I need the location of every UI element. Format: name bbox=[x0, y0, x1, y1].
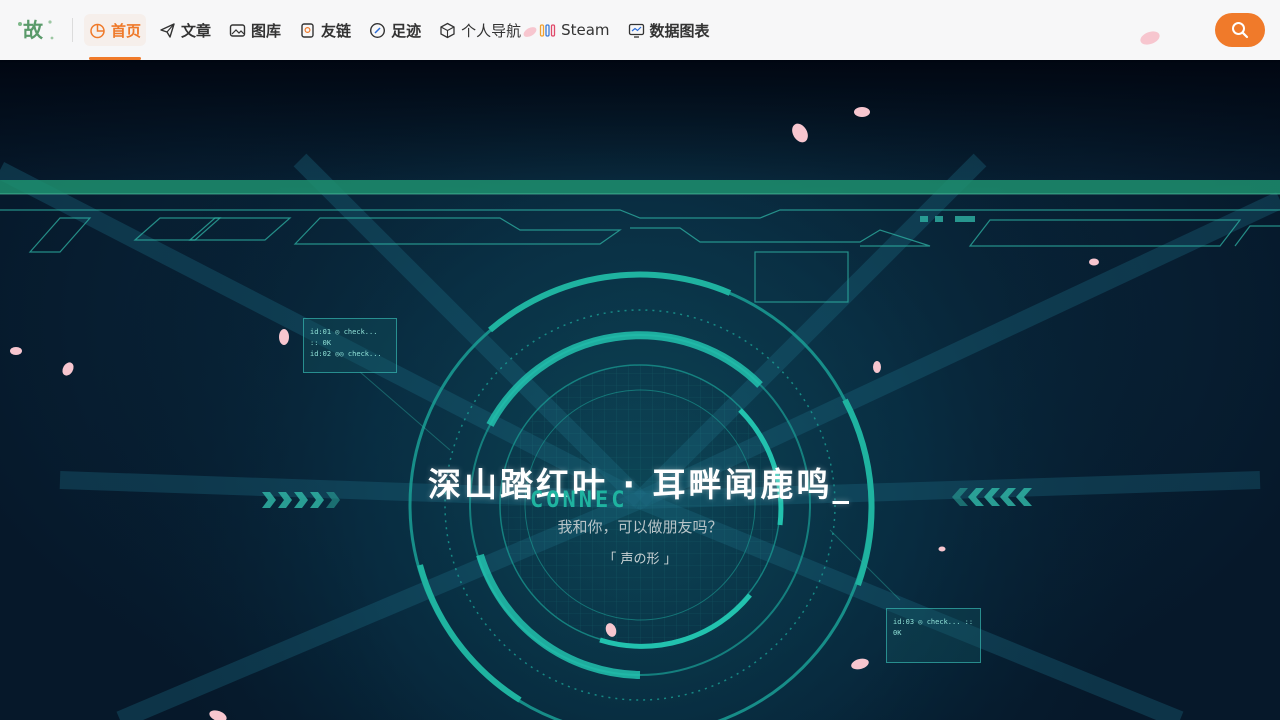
nav-item-friends[interactable]: 友链 bbox=[290, 0, 360, 60]
hud-panel-line: id:03 ◎ check... :: 0K bbox=[893, 618, 974, 637]
hero-subtitle: 我和你，可以做朋友吗？ bbox=[557, 518, 723, 536]
typing-cursor: _ bbox=[832, 465, 852, 504]
hud-panel-right: id:03 ◎ check... :: 0K bbox=[886, 608, 981, 663]
petal bbox=[279, 329, 289, 345]
petal bbox=[10, 347, 22, 355]
monitor-chart-icon bbox=[628, 22, 645, 39]
petal bbox=[1089, 258, 1099, 266]
hud-panel-line: id:02 ◎◎ check... bbox=[310, 350, 382, 358]
hud-panel-left: id:01 ◎ check... :: 0K id:02 ◎◎ check... bbox=[303, 318, 397, 373]
steam-bars-icon bbox=[539, 22, 556, 39]
nav-item-gallery[interactable]: 图库 bbox=[220, 0, 290, 60]
logo-text: 故 bbox=[23, 18, 44, 42]
nav-label: 首页 bbox=[111, 21, 142, 40]
nav-label: Steam bbox=[561, 21, 610, 39]
logo-divider bbox=[72, 18, 73, 42]
nav-item-steam[interactable]: Steam bbox=[530, 0, 618, 60]
hud-background bbox=[0, 60, 1280, 720]
hero-title: 深山踏红叶 · 耳畔闻鹿鸣_ bbox=[0, 458, 1280, 506]
hud-top-bar bbox=[0, 180, 1280, 194]
nav-label: 数据图表 bbox=[649, 21, 710, 40]
search-icon bbox=[1232, 22, 1249, 39]
hero-banner: id:01 ◎ check... :: 0K id:02 ◎◎ check...… bbox=[0, 60, 1280, 720]
petal bbox=[1140, 31, 1160, 45]
site-logo[interactable]: 故 bbox=[14, 14, 58, 46]
logo-icon: 故 bbox=[18, 18, 54, 42]
hero-title-text: 深山踏红叶 · 耳畔闻鹿鸣 bbox=[427, 465, 833, 504]
nav-item-articles[interactable]: 文章 bbox=[150, 0, 220, 60]
pie-chart-icon bbox=[89, 22, 106, 39]
image-icon bbox=[229, 22, 246, 39]
nav-item-data-charts[interactable]: 数据图表 bbox=[619, 0, 719, 60]
top-navigation-bar: 故 首页 文章 图库 友链 足迹 个人导航 Steam 数据图表 bbox=[0, 0, 1280, 60]
nav-item-home[interactable]: 首页 bbox=[80, 0, 150, 60]
petal bbox=[854, 107, 870, 117]
nav-label: 图库 bbox=[251, 21, 282, 40]
compass-icon bbox=[369, 22, 386, 39]
connect-label: CONNEC bbox=[530, 488, 628, 513]
nav-label: 个人导航 bbox=[461, 21, 522, 40]
search-button[interactable] bbox=[1215, 13, 1265, 47]
nav-label: 友链 bbox=[321, 21, 352, 40]
paper-plane-icon bbox=[159, 22, 176, 39]
petal bbox=[873, 361, 881, 373]
nav-item-personal-nav[interactable]: 个人导航 bbox=[430, 0, 530, 60]
main-nav: 首页 文章 图库 友链 足迹 个人导航 Steam 数据图表 bbox=[80, 0, 719, 60]
bookmark-icon bbox=[299, 22, 316, 39]
nav-label: 文章 bbox=[181, 21, 212, 40]
nav-item-footprints[interactable]: 足迹 bbox=[360, 0, 430, 60]
hud-panel-line: id:01 ◎ check... :: 0K bbox=[310, 328, 378, 347]
nav-label: 足迹 bbox=[391, 21, 422, 40]
hero-quote: 「 声の形 」 bbox=[603, 552, 677, 567]
cube-icon bbox=[439, 22, 456, 39]
